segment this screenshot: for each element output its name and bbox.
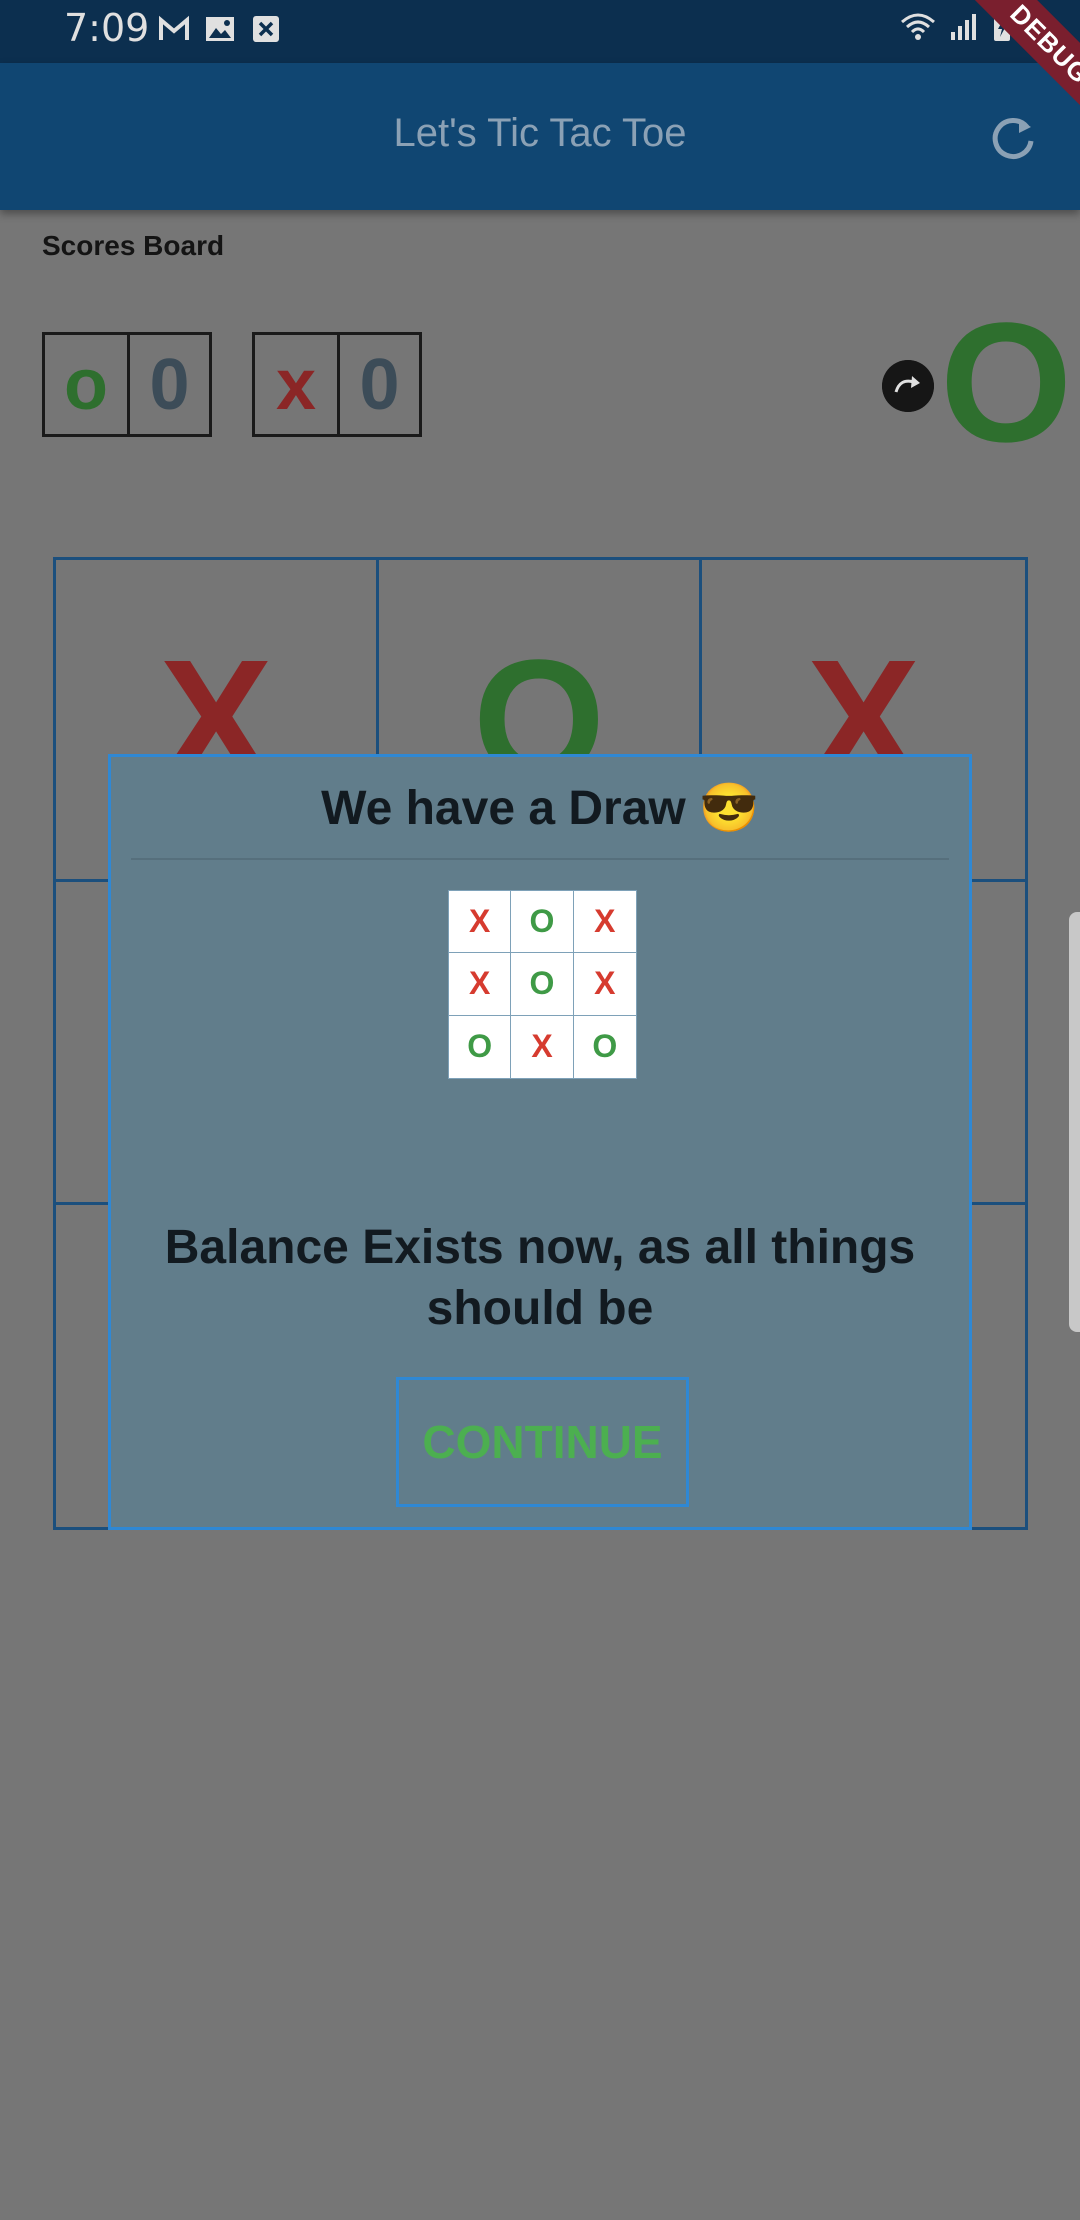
- score-card-x: x 0: [252, 332, 422, 437]
- mini-board-cell: O: [511, 953, 574, 1016]
- draw-dialog: We have a Draw 😎 X O X X O X O X O Balan…: [108, 754, 972, 1530]
- refresh-icon[interactable]: [985, 111, 1041, 167]
- close-box-icon: [253, 16, 279, 42]
- scores-board-title: Scores Board: [42, 230, 225, 261]
- dialog-divider: [131, 858, 949, 860]
- app-title: Let's Tic Tac Toe: [393, 111, 687, 155]
- dialog-title: We have a Draw 😎: [321, 782, 759, 835]
- mini-board-cell: X: [511, 1015, 574, 1078]
- mini-board-cell: O: [592, 1028, 618, 1065]
- redo-icon: [882, 360, 934, 412]
- score-x-mark: x: [275, 344, 317, 425]
- mini-board-cell: O: [449, 1015, 512, 1078]
- continue-button[interactable]: CONTINUE: [396, 1377, 689, 1507]
- status-time: 7:09: [64, 6, 150, 50]
- signal-icon: [951, 14, 976, 40]
- wifi-icon: [901, 13, 935, 40]
- mini-board-cell: O: [511, 891, 574, 954]
- dialog-message: Balance Exists now, as all things should…: [164, 1221, 916, 1335]
- final-board-preview: X O X X O X O X O: [448, 890, 637, 1079]
- mini-board-cell: X: [573, 953, 636, 1016]
- app-bar: Let's Tic Tac Toe: [0, 63, 1080, 210]
- mini-board-cell: X: [449, 891, 512, 954]
- score-o-mark: o: [64, 344, 108, 425]
- mini-board-cell: X: [573, 891, 636, 954]
- edge-panel-handle[interactable]: [1069, 912, 1080, 1332]
- notification-icons: [158, 14, 282, 44]
- score-card-o: o 0: [42, 332, 212, 437]
- image-icon: [206, 17, 234, 41]
- current-turn-mark: O: [940, 288, 1073, 478]
- mini-board-cell: X: [449, 953, 512, 1016]
- score-o-value: 0: [127, 335, 209, 434]
- status-bar: 7:09: [0, 0, 1080, 63]
- score-x-value: 0: [337, 335, 419, 434]
- gmail-icon: [159, 15, 189, 40]
